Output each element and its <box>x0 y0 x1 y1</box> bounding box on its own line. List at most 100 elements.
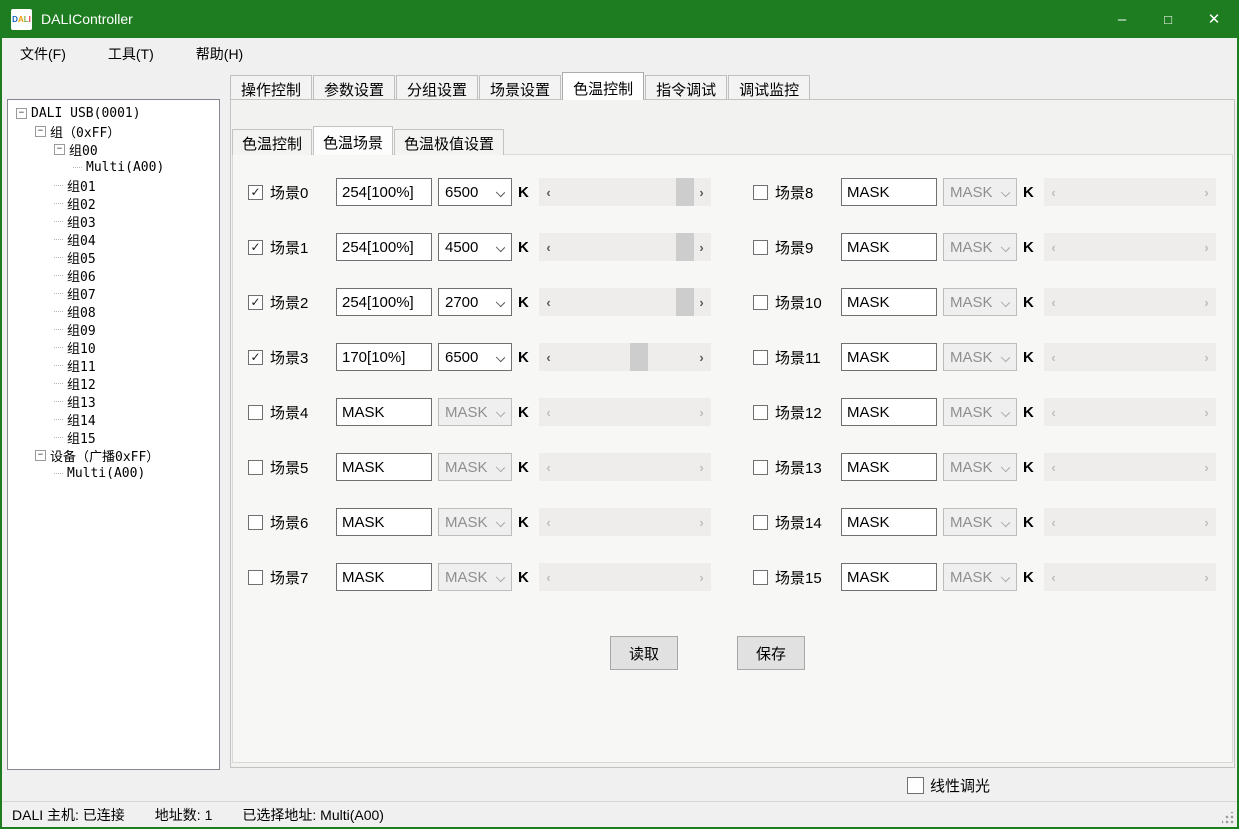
tree-item[interactable]: −DALI USB(0001) <box>8 104 219 122</box>
scene-temp-dropdown-6[interactable]: MASK <box>438 508 512 536</box>
scrollbar-thumb[interactable] <box>676 178 694 206</box>
tree-item[interactable]: 组04 <box>8 230 219 248</box>
scene-temp-scrollbar-2[interactable]: ‹› <box>539 288 711 316</box>
read-button[interactable]: 读取 <box>610 636 678 670</box>
scrollbar-thumb[interactable] <box>630 343 648 371</box>
scene-checkbox-9[interactable] <box>753 240 768 255</box>
scroll-right-arrow-icon[interactable]: › <box>693 233 710 261</box>
scene-level-input-4[interactable] <box>336 398 432 426</box>
scene-temp-dropdown-14[interactable]: MASK <box>943 508 1017 536</box>
maximize-button[interactable]: □ <box>1145 0 1191 38</box>
tab-sub-0[interactable]: 色温控制 <box>232 129 312 155</box>
tab-sub-2[interactable]: 色温极值设置 <box>394 129 504 155</box>
scene-checkbox-10[interactable] <box>753 295 768 310</box>
scroll-left-arrow-icon[interactable]: ‹ <box>540 178 557 206</box>
close-button[interactable]: ✕ <box>1191 0 1237 38</box>
scene-temp-dropdown-15[interactable]: MASK <box>943 563 1017 591</box>
scene-checkbox-5[interactable] <box>248 460 263 475</box>
scene-level-input-5[interactable] <box>336 453 432 481</box>
scene-level-input-15[interactable] <box>841 563 937 591</box>
scene-level-input-3[interactable] <box>336 343 432 371</box>
scene-level-input-2[interactable] <box>336 288 432 316</box>
scene-temp-dropdown-13[interactable]: MASK <box>943 453 1017 481</box>
scene-temp-dropdown-2[interactable]: 2700 <box>438 288 512 316</box>
scene-temp-dropdown-1[interactable]: 4500 <box>438 233 512 261</box>
scene-checkbox-1[interactable]: ✓ <box>248 240 263 255</box>
scene-temp-dropdown-11[interactable]: MASK <box>943 343 1017 371</box>
scene-checkbox-15[interactable] <box>753 570 768 585</box>
minimize-button[interactable]: – <box>1099 0 1145 38</box>
scene-temp-dropdown-9[interactable]: MASK <box>943 233 1017 261</box>
scene-checkbox-3[interactable]: ✓ <box>248 350 263 365</box>
tree-item[interactable]: Multi(A00) <box>8 158 219 176</box>
tree-collapse-icon[interactable]: − <box>16 108 27 119</box>
scene-temp-dropdown-12[interactable]: MASK <box>943 398 1017 426</box>
tree-collapse-icon[interactable]: − <box>54 144 65 155</box>
tree-item[interactable]: 组01 <box>8 176 219 194</box>
scene-temp-dropdown-5[interactable]: MASK <box>438 453 512 481</box>
scene-temp-dropdown-8[interactable]: MASK <box>943 178 1017 206</box>
scene-level-input-7[interactable] <box>336 563 432 591</box>
scroll-left-arrow-icon[interactable]: ‹ <box>540 233 557 261</box>
scene-level-input-14[interactable] <box>841 508 937 536</box>
tree-item[interactable]: 组15 <box>8 428 219 446</box>
tab-main-1[interactable]: 参数设置 <box>313 75 395 100</box>
tree-item[interactable]: 组02 <box>8 194 219 212</box>
tree-item[interactable]: 组09 <box>8 320 219 338</box>
tree-item[interactable]: 组14 <box>8 410 219 428</box>
scene-level-input-6[interactable] <box>336 508 432 536</box>
scene-checkbox-7[interactable] <box>248 570 263 585</box>
tab-main-3[interactable]: 场景设置 <box>479 75 561 100</box>
scene-level-input-9[interactable] <box>841 233 937 261</box>
scene-checkbox-2[interactable]: ✓ <box>248 295 263 310</box>
scroll-left-arrow-icon[interactable]: ‹ <box>540 288 557 316</box>
scene-checkbox-11[interactable] <box>753 350 768 365</box>
scene-level-input-8[interactable] <box>841 178 937 206</box>
menu-item-1[interactable]: 工具(T) <box>98 40 164 68</box>
scene-checkbox-13[interactable] <box>753 460 768 475</box>
linear-dimming-checkbox[interactable] <box>907 777 924 794</box>
scroll-right-arrow-icon[interactable]: › <box>693 343 710 371</box>
scene-temp-dropdown-10[interactable]: MASK <box>943 288 1017 316</box>
tree-item[interactable]: 组03 <box>8 212 219 230</box>
scene-checkbox-6[interactable] <box>248 515 263 530</box>
scene-level-input-11[interactable] <box>841 343 937 371</box>
scroll-right-arrow-icon[interactable]: › <box>693 288 710 316</box>
scene-level-input-13[interactable] <box>841 453 937 481</box>
scene-checkbox-4[interactable] <box>248 405 263 420</box>
scene-checkbox-8[interactable] <box>753 185 768 200</box>
scene-temp-scrollbar-0[interactable]: ‹› <box>539 178 711 206</box>
tree-item[interactable]: 组07 <box>8 284 219 302</box>
tab-main-4[interactable]: 色温控制 <box>562 72 644 100</box>
tree-item[interactable]: 组10 <box>8 338 219 356</box>
tree-item[interactable]: Multi(A00) <box>8 464 219 482</box>
resize-grip-icon[interactable] <box>1222 812 1234 824</box>
scene-temp-dropdown-3[interactable]: 6500 <box>438 343 512 371</box>
scrollbar-thumb[interactable] <box>676 288 694 316</box>
tree-item[interactable]: 组12 <box>8 374 219 392</box>
scene-checkbox-14[interactable] <box>753 515 768 530</box>
scroll-left-arrow-icon[interactable]: ‹ <box>540 343 557 371</box>
tree-item[interactable]: −设备（广播0xFF） <box>8 446 219 464</box>
tree-collapse-icon[interactable]: − <box>35 126 46 137</box>
scene-checkbox-0[interactable]: ✓ <box>248 185 263 200</box>
menu-item-2[interactable]: 帮助(H) <box>186 40 253 68</box>
menu-item-0[interactable]: 文件(F) <box>10 40 76 68</box>
scene-temp-scrollbar-3[interactable]: ‹› <box>539 343 711 371</box>
tree-item[interactable]: 组13 <box>8 392 219 410</box>
scene-temp-dropdown-4[interactable]: MASK <box>438 398 512 426</box>
tree-item[interactable]: 组11 <box>8 356 219 374</box>
tree-item[interactable]: 组06 <box>8 266 219 284</box>
scene-temp-dropdown-0[interactable]: 6500 <box>438 178 512 206</box>
scene-level-input-12[interactable] <box>841 398 937 426</box>
scene-checkbox-12[interactable] <box>753 405 768 420</box>
tab-main-0[interactable]: 操作控制 <box>230 75 312 100</box>
tree-item[interactable]: 组08 <box>8 302 219 320</box>
tree-item[interactable]: −组00 <box>8 140 219 158</box>
tree-collapse-icon[interactable]: − <box>35 450 46 461</box>
scene-level-input-0[interactable] <box>336 178 432 206</box>
scene-temp-scrollbar-1[interactable]: ‹› <box>539 233 711 261</box>
scene-level-input-1[interactable] <box>336 233 432 261</box>
tab-main-6[interactable]: 调试监控 <box>728 75 810 100</box>
tab-main-2[interactable]: 分组设置 <box>396 75 478 100</box>
